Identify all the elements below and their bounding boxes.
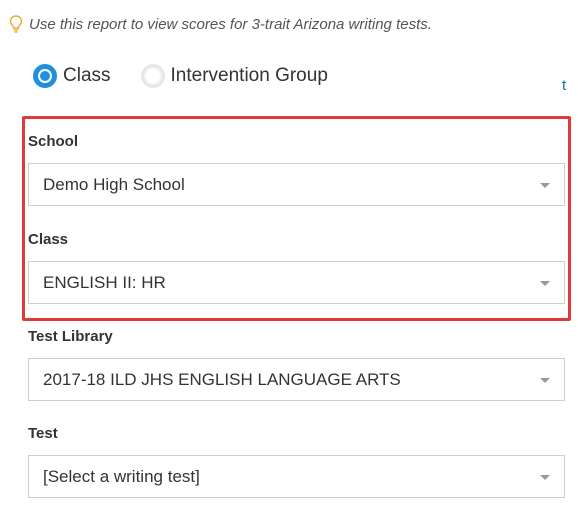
test-select-value: [Select a writing test]	[43, 466, 200, 486]
lightbulb-icon	[8, 14, 24, 34]
test-label: Test	[28, 425, 58, 442]
class-select-value: ENGLISH II: HR	[43, 272, 166, 292]
report-hint-text: Use this report to view scores for 3-tra…	[29, 15, 432, 33]
radio-unselected-icon[interactable]	[140, 64, 165, 88]
chevron-down-icon	[540, 281, 550, 286]
school-select[interactable]: Demo High School	[28, 163, 565, 206]
school-select-value: Demo High School	[43, 174, 185, 194]
intervention-group-radio-label[interactable]: Intervention Group	[171, 65, 328, 87]
class-radio[interactable]: Class	[33, 64, 111, 88]
test-library-select[interactable]: 2017-18 ILD JHS ENGLISH LANGUAGE ARTS	[28, 358, 565, 401]
radio-selected-icon[interactable]	[33, 64, 57, 88]
test-library-label: Test Library	[28, 328, 113, 345]
report-hint: Use this report to view scores for 3-tra…	[8, 14, 432, 34]
school-label: School	[28, 133, 79, 150]
chevron-down-icon	[540, 378, 550, 383]
class-select[interactable]: ENGLISH II: HR	[28, 261, 565, 304]
class-radio-label[interactable]: Class	[63, 65, 111, 87]
intervention-group-radio[interactable]: Intervention Group	[140, 64, 328, 88]
chevron-down-icon	[540, 475, 550, 480]
class-label: Class	[28, 231, 69, 248]
chevron-down-icon	[540, 183, 550, 188]
clipped-link-text[interactable]: t	[562, 77, 566, 94]
test-library-select-value: 2017-18 ILD JHS ENGLISH LANGUAGE ARTS	[43, 369, 401, 389]
group-type-radio-group: Class Intervention Group	[33, 64, 358, 88]
test-select[interactable]: [Select a writing test]	[28, 455, 565, 498]
